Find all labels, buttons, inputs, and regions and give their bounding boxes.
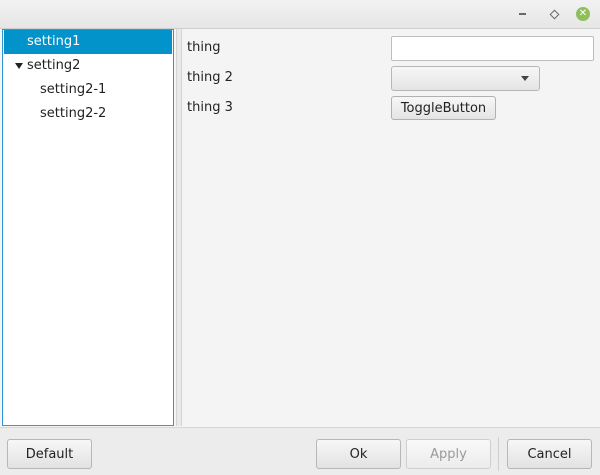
maximize-button[interactable] <box>545 5 563 23</box>
thing2-combo-box[interactable] <box>391 66 540 91</box>
thing3-label: thing 3 <box>187 100 233 115</box>
close-button[interactable]: ✕ <box>574 5 592 23</box>
close-icon: ✕ <box>576 7 590 21</box>
tree-item-setting2[interactable]: setting2 <box>4 54 172 78</box>
minimize-icon <box>518 13 526 15</box>
ok-button[interactable]: Ok <box>316 439 401 469</box>
button-separator <box>498 437 499 471</box>
settings-tree[interactable]: setting1 setting2 setting2-1 setting2-2 <box>2 29 174 426</box>
apply-button[interactable]: Apply <box>406 439 491 469</box>
tree-item-label: setting2-1 <box>40 82 107 97</box>
default-button[interactable]: Default <box>7 439 92 469</box>
tree-item-setting2-1[interactable]: setting2-1 <box>4 78 172 102</box>
tree-item-setting1[interactable]: setting1 <box>4 30 172 54</box>
maximize-icon <box>549 9 559 19</box>
tree-item-setting2-2[interactable]: setting2-2 <box>4 102 172 126</box>
cancel-button[interactable]: Cancel <box>507 439 592 469</box>
toggle-button[interactable]: ToggleButton <box>391 96 496 120</box>
split-pane-divider[interactable] <box>176 29 182 426</box>
thing-label: thing <box>187 40 221 55</box>
title-bar: ✕ <box>0 0 600 29</box>
tree-item-label: setting2-2 <box>40 106 107 121</box>
minimize-button[interactable] <box>513 5 531 23</box>
dropdown-arrow-icon <box>521 76 529 81</box>
expand-arrow-icon[interactable] <box>15 63 23 69</box>
thing2-label: thing 2 <box>187 70 233 85</box>
tree-item-label: setting1 <box>27 34 81 49</box>
tree-item-label: setting2 <box>27 58 81 73</box>
thing-text-field[interactable] <box>391 36 594 61</box>
